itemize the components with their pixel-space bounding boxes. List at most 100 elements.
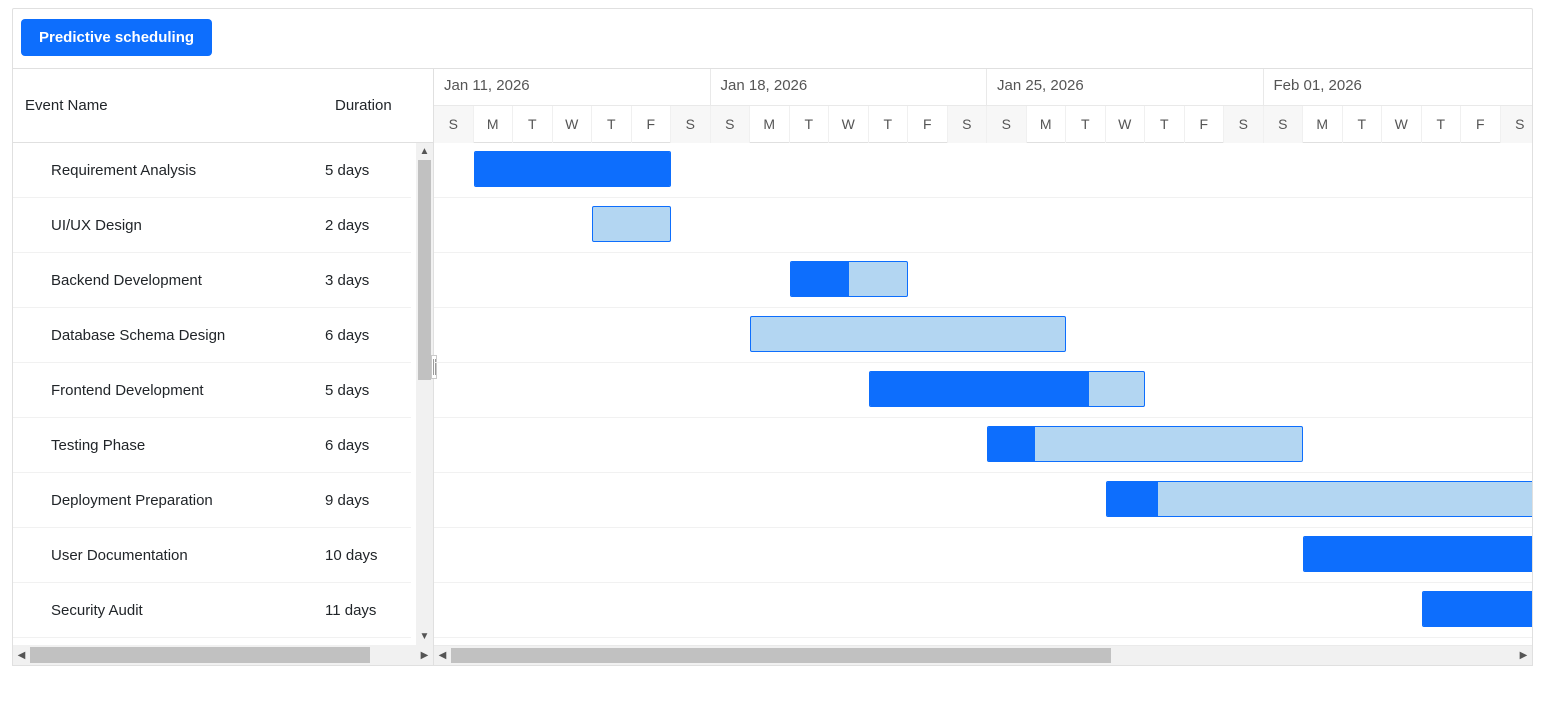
task-progress bbox=[988, 427, 1035, 461]
day-header-cell[interactable]: S bbox=[987, 106, 1027, 143]
grid-pane: Event Name Duration Requirement Analysis… bbox=[13, 69, 434, 665]
scroll-right-arrow-icon[interactable]: ▶ bbox=[416, 645, 433, 665]
day-header-cell[interactable]: S bbox=[948, 106, 988, 143]
day-header-cell[interactable]: T bbox=[513, 106, 553, 143]
day-header-cell[interactable]: S bbox=[1264, 106, 1304, 143]
grid-vertical-scrollbar[interactable]: ▲ ▼ bbox=[416, 143, 433, 645]
task-progress bbox=[791, 262, 849, 296]
task-name-cell: Requirement Analysis bbox=[13, 162, 323, 179]
scroll-right-arrow-icon[interactable]: ▶ bbox=[1515, 646, 1532, 665]
scroll-thumb[interactable] bbox=[418, 160, 431, 380]
day-header-cell[interactable]: S bbox=[711, 106, 751, 143]
scroll-thumb[interactable] bbox=[451, 648, 1111, 663]
timeline-row bbox=[434, 583, 1532, 638]
timeline-row bbox=[434, 528, 1532, 583]
table-row[interactable]: Frontend Development5 days bbox=[13, 363, 411, 418]
table-row[interactable]: Deployment Preparation9 days bbox=[13, 473, 411, 528]
day-header-cell[interactable]: W bbox=[1382, 106, 1422, 143]
day-header-cell[interactable]: T bbox=[869, 106, 909, 143]
table-row[interactable]: Security Audit11 days bbox=[13, 583, 411, 638]
timeline-horizontal-scrollbar[interactable]: ◀ ▶ bbox=[434, 645, 1532, 665]
task-bar[interactable] bbox=[1303, 536, 1532, 572]
table-row[interactable]: Backend Development3 days bbox=[13, 253, 411, 308]
task-duration-cell: 3 days bbox=[323, 272, 411, 289]
day-header-cell[interactable]: F bbox=[908, 106, 948, 143]
task-duration-cell: 5 days bbox=[323, 162, 411, 179]
week-header-cell[interactable]: Jan 11, 2026 bbox=[434, 69, 711, 105]
day-header-cell[interactable]: M bbox=[1303, 106, 1343, 143]
task-bar[interactable] bbox=[987, 426, 1303, 462]
task-progress bbox=[1107, 482, 1158, 516]
week-header-cell[interactable]: Jan 18, 2026 bbox=[711, 69, 988, 105]
column-header-duration[interactable]: Duration bbox=[323, 97, 433, 114]
day-header-cell[interactable]: S bbox=[1501, 106, 1533, 143]
day-header-cell[interactable]: S bbox=[671, 106, 711, 143]
task-name-cell: Database Schema Design bbox=[13, 327, 323, 344]
task-bar[interactable] bbox=[790, 261, 909, 297]
grid-body: Requirement Analysis5 daysUI/UX Design2 … bbox=[13, 143, 433, 665]
week-header-cell[interactable]: Jan 25, 2026 bbox=[987, 69, 1264, 105]
scroll-left-arrow-icon[interactable]: ◀ bbox=[434, 646, 451, 665]
timeline-row bbox=[434, 143, 1532, 198]
scroll-track[interactable] bbox=[451, 646, 1515, 665]
task-duration-cell: 11 days bbox=[323, 602, 411, 619]
day-header-cell[interactable]: M bbox=[474, 106, 514, 143]
task-bar[interactable] bbox=[750, 316, 1066, 352]
table-row[interactable]: User Documentation10 days bbox=[13, 528, 411, 583]
task-name-cell: Backend Development bbox=[13, 272, 323, 289]
task-bar[interactable] bbox=[1422, 591, 1533, 627]
timeline-row bbox=[434, 363, 1532, 418]
table-row[interactable]: Database Schema Design6 days bbox=[13, 308, 411, 363]
task-progress bbox=[1423, 592, 1533, 626]
task-duration-cell: 6 days bbox=[323, 437, 411, 454]
table-row[interactable]: Testing Phase6 days bbox=[13, 418, 411, 473]
task-progress bbox=[870, 372, 1090, 406]
task-duration-cell: 2 days bbox=[323, 217, 411, 234]
timeline-header: Jan 11, 2026Jan 18, 2026Jan 25, 2026Feb … bbox=[434, 69, 1532, 143]
task-duration-cell: 9 days bbox=[323, 492, 411, 509]
day-header-cell[interactable]: W bbox=[553, 106, 593, 143]
task-bar[interactable] bbox=[474, 151, 672, 187]
day-header-cell[interactable]: W bbox=[1106, 106, 1146, 143]
task-name-cell: UI/UX Design bbox=[13, 217, 323, 234]
day-header-cell[interactable]: F bbox=[1461, 106, 1501, 143]
timeline-row bbox=[434, 418, 1532, 473]
day-header-cell[interactable]: S bbox=[1224, 106, 1264, 143]
day-header-cell[interactable]: T bbox=[1066, 106, 1106, 143]
scroll-down-arrow-icon[interactable]: ▼ bbox=[416, 628, 433, 645]
scroll-track[interactable] bbox=[416, 160, 433, 628]
task-bar[interactable] bbox=[1106, 481, 1533, 517]
day-header-cell[interactable]: M bbox=[750, 106, 790, 143]
task-progress bbox=[1304, 537, 1532, 571]
day-header-cell[interactable]: T bbox=[1343, 106, 1383, 143]
day-header-cell[interactable]: S bbox=[434, 106, 474, 143]
day-header-cell[interactable]: M bbox=[1027, 106, 1067, 143]
day-header-cell[interactable]: T bbox=[592, 106, 632, 143]
scroll-track[interactable] bbox=[30, 645, 416, 665]
timeline-row bbox=[434, 473, 1532, 528]
scroll-left-arrow-icon[interactable]: ◀ bbox=[13, 645, 30, 665]
grid-horizontal-scrollbar[interactable]: ◀ ▶ bbox=[13, 645, 433, 665]
task-progress bbox=[475, 152, 671, 186]
day-header-cell[interactable]: T bbox=[1422, 106, 1462, 143]
task-bar[interactable] bbox=[592, 206, 671, 242]
table-row[interactable]: Requirement Analysis5 days bbox=[13, 143, 411, 198]
grid-header: Event Name Duration bbox=[13, 69, 433, 143]
table-row[interactable]: UI/UX Design2 days bbox=[13, 198, 411, 253]
day-header-cell[interactable]: F bbox=[632, 106, 672, 143]
day-header-cell[interactable]: T bbox=[1145, 106, 1185, 143]
scroll-up-arrow-icon[interactable]: ▲ bbox=[416, 143, 433, 160]
column-header-name[interactable]: Event Name bbox=[13, 97, 323, 114]
day-header-cell[interactable]: F bbox=[1185, 106, 1225, 143]
timeline-body[interactable] bbox=[434, 143, 1532, 645]
task-name-cell: Security Audit bbox=[13, 602, 323, 619]
week-header-cell[interactable]: Feb 01, 2026 bbox=[1264, 69, 1533, 105]
task-name-cell: Testing Phase bbox=[13, 437, 323, 454]
task-duration-cell: 10 days bbox=[323, 547, 411, 564]
predictive-scheduling-button[interactable]: Predictive scheduling bbox=[21, 19, 212, 56]
task-bar[interactable] bbox=[869, 371, 1146, 407]
task-name-cell: Deployment Preparation bbox=[13, 492, 323, 509]
day-header-cell[interactable]: W bbox=[829, 106, 869, 143]
scroll-thumb[interactable] bbox=[30, 647, 370, 663]
day-header-cell[interactable]: T bbox=[790, 106, 830, 143]
